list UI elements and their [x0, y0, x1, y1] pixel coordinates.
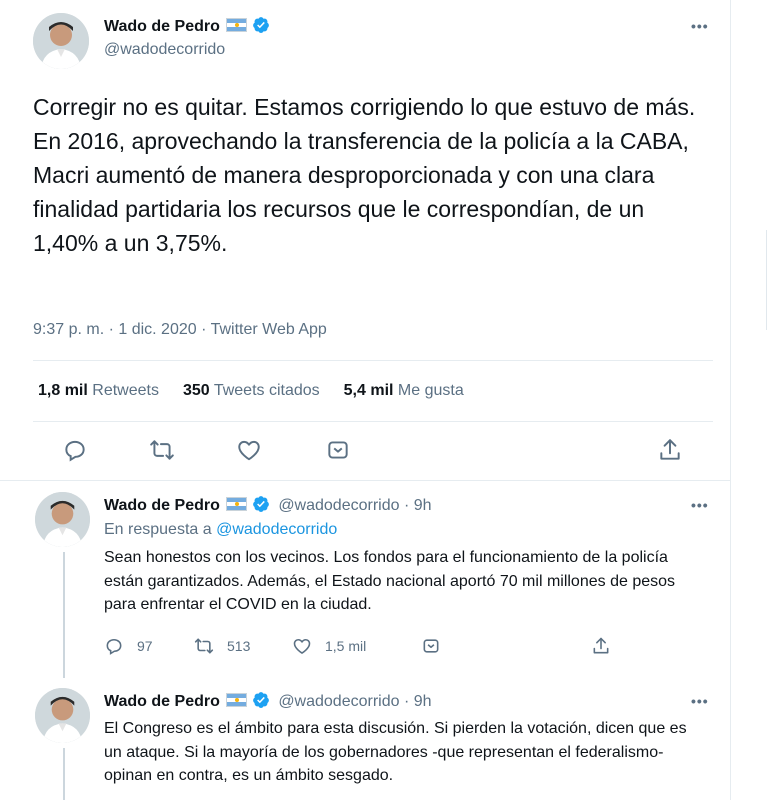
share-icon[interactable] [657, 437, 683, 463]
retweets-stat[interactable]: 1,8 mil Retweets [38, 382, 159, 400]
more-icon[interactable]: ••• [691, 497, 709, 513]
argentina-flag-icon [225, 497, 247, 511]
avatar[interactable] [35, 492, 90, 547]
tweet-stats: 1,8 mil Retweets 350 Tweets citados 5,4 … [38, 382, 464, 400]
reply-to-line: En respuesta a @wadodecorrido [104, 521, 337, 539]
retweet-count: 513 [227, 638, 251, 654]
tweet-text: El Congreso es el ámbito para esta discu… [104, 720, 687, 784]
like-icon [293, 638, 311, 654]
retweets-label: Retweets [92, 382, 159, 399]
reply-count: 97 [137, 638, 153, 654]
verified-badge-icon [252, 692, 269, 708]
bookmark-icon[interactable] [325, 437, 351, 463]
retweets-count: 1,8 mil [38, 382, 88, 399]
author-name[interactable]: Wado de Pedro [104, 18, 220, 35]
tweet-time[interactable]: · 9h [404, 693, 432, 710]
likes-stat[interactable]: 5,4 mil Me gusta [344, 382, 464, 400]
verified-badge-icon [252, 496, 269, 512]
thread-line [63, 748, 65, 800]
rail-border [766, 230, 767, 330]
tweet-meta[interactable]: 9:37 p. m. · 1 dic. 2020 · Twitter Web A… [33, 321, 327, 339]
avatar[interactable] [33, 13, 89, 69]
like-button[interactable]: 1,5 mil [292, 635, 366, 657]
avatar[interactable] [35, 688, 90, 743]
quotes-stat[interactable]: 350 Tweets citados [183, 382, 320, 400]
reply-icon[interactable] [62, 437, 88, 463]
quotes-count: 350 [182, 382, 210, 399]
retweet-icon[interactable] [149, 437, 175, 463]
reply-icon [106, 638, 122, 655]
share-icon [593, 637, 609, 654]
author-name[interactable]: Wado de Pedro [104, 497, 220, 514]
share-button[interactable] [591, 635, 624, 657]
like-icon[interactable] [236, 437, 262, 463]
right-rail [766, 0, 771, 800]
divider [33, 421, 713, 422]
author-handle[interactable]: @wadodecorrido [278, 497, 399, 514]
reply-prefix: En respuesta a [104, 521, 212, 538]
tweet-time[interactable]: · 9h [404, 497, 432, 514]
divider [33, 360, 713, 361]
author-name-row[interactable]: Wado de Pedro [104, 16, 270, 36]
bookmark-icon [423, 639, 439, 653]
verified-badge-icon [252, 17, 269, 33]
argentina-flag-icon [225, 693, 247, 707]
tweet-actions: 97 513 1,5 mil [104, 635, 624, 657]
tweet-text: Sean honestos con los vecinos. Los fondo… [104, 549, 676, 613]
like-count: 1,5 mil [325, 638, 367, 654]
reply-header: Wado de Pedro @wadodecorrido · 9h [104, 495, 432, 515]
more-icon[interactable]: ••• [691, 693, 709, 709]
retweet-button[interactable]: 513 [194, 635, 250, 657]
retweet-icon [194, 638, 214, 654]
reply-button[interactable]: 97 [104, 635, 153, 657]
tweet-text: Corregir no es quitar. Estamos corrigien… [33, 94, 696, 256]
reply-header: Wado de Pedro @wadodecorrido · 9h [104, 691, 432, 711]
author-name[interactable]: Wado de Pedro [104, 693, 220, 710]
quotes-label: Tweets citados [213, 382, 320, 399]
likes-count: 5,4 mil [343, 382, 394, 399]
argentina-flag-icon [225, 18, 247, 32]
author-handle[interactable]: @wadodecorrido [104, 41, 225, 59]
author-handle[interactable]: @wadodecorrido [278, 693, 399, 710]
divider [0, 480, 731, 481]
likes-label: Me gusta [397, 382, 464, 399]
tweet-actions [0, 437, 731, 467]
bookmark-button[interactable] [421, 635, 454, 657]
timeline-column: Wado de Pedro @wadodecorrido ••• Corregi… [0, 0, 731, 800]
more-icon[interactable]: ••• [691, 18, 709, 34]
thread-line [63, 552, 65, 678]
reply-to-handle-link[interactable]: @wadodecorrido [216, 521, 337, 538]
